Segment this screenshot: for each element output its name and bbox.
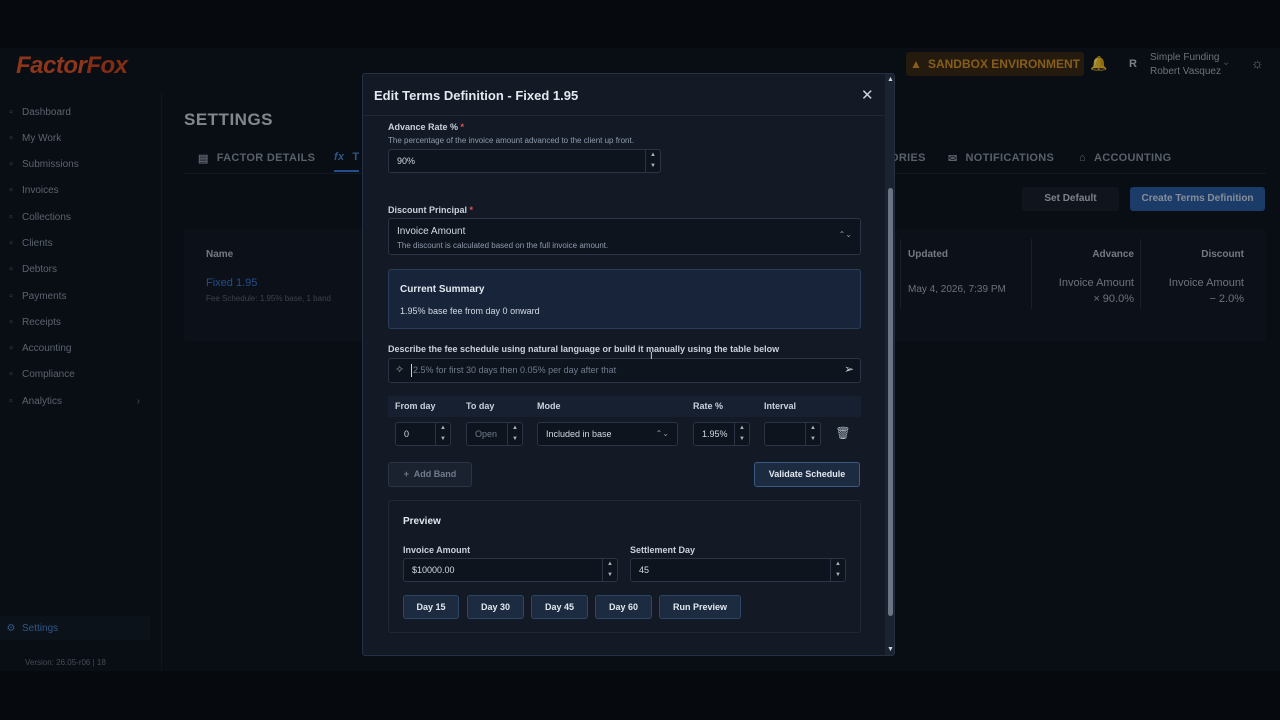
settlement-day-label: Settlement Day xyxy=(630,545,696,555)
preview-title: Preview xyxy=(403,516,441,527)
day-45-button[interactable]: Day 45 xyxy=(531,595,588,619)
input-value: $10000.00 xyxy=(412,565,455,575)
scroll-down-icon[interactable]: ▼ xyxy=(887,646,894,653)
summary-title: Current Summary xyxy=(400,284,485,295)
advance-rate-input[interactable]: 90% ▲ ▼ xyxy=(388,149,661,173)
preview-section: Preview Invoice Amount $10000.00 ▲ ▼ Settl… xyxy=(388,500,861,633)
chevron-updown-icon: ⌃⌄ xyxy=(655,429,669,438)
modal-scrollbar[interactable]: ▲ ▼ xyxy=(885,74,894,655)
rate-input[interactable]: 1.95% ▲ ▼ xyxy=(693,422,750,446)
day-15-button[interactable]: Day 15 xyxy=(403,595,459,619)
discount-principal-select[interactable]: Invoice Amount The discount is calculate… xyxy=(388,218,861,255)
col-mode: Mode xyxy=(537,401,561,411)
select-value: Invoice Amount xyxy=(397,226,466,237)
label-text: Advance Rate % xyxy=(388,122,459,132)
stepper[interactable]: ▲ ▼ xyxy=(602,559,617,581)
mode-select[interactable]: Included in base ⌃⌄ xyxy=(537,422,678,446)
plus-icon: + xyxy=(403,469,410,479)
cell-value: 1.95% xyxy=(702,429,728,439)
required-mark: * xyxy=(469,205,474,215)
col-rate: Rate % xyxy=(693,401,724,411)
stepper[interactable]: ▲ ▼ xyxy=(507,423,522,445)
fee-schedule-label: Describe the fee schedule using natural … xyxy=(388,344,780,354)
trash-icon[interactable]: 🗑 xyxy=(835,426,851,442)
advance-rate-label: Advance Rate % * xyxy=(388,122,464,132)
edit-terms-modal: Edit Terms Definition - Fixed 1.95 ✕ ▲ ▼… xyxy=(362,73,895,656)
modal-header: Edit Terms Definition - Fixed 1.95 ✕ xyxy=(363,74,885,116)
input-value: 45 xyxy=(639,565,650,575)
select-description: The discount is calculated based on the … xyxy=(397,241,609,250)
current-summary: Current Summary 1.95% base fee from day … xyxy=(388,269,861,329)
settlement-day-input[interactable]: 45 ▲ ▼ xyxy=(630,558,846,582)
day-30-button[interactable]: Day 30 xyxy=(467,595,524,619)
to-day-input[interactable]: Open ▲ ▼ xyxy=(466,422,523,446)
fee-schedule-nl-input[interactable]: ✧ 2.5% for first 30 days then 0.05% per … xyxy=(388,358,861,383)
scroll-thumb[interactable] xyxy=(888,188,893,616)
cell-value: 0 xyxy=(404,429,410,439)
fee-bands-table: From day To day Mode Rate % Interval 0 ▲ ▼… xyxy=(388,396,861,452)
add-band-button[interactable]: + Add Band xyxy=(388,462,472,487)
text-caret xyxy=(411,364,412,377)
chevron-updown-icon: ⌃⌄ xyxy=(838,230,852,239)
input-value: 90% xyxy=(397,156,416,166)
stepper[interactable]: ▲ ▼ xyxy=(805,423,820,445)
validate-schedule-button[interactable]: Validate Schedule xyxy=(754,462,860,487)
summary-text: 1.95% base fee from day 0 onward xyxy=(400,306,540,316)
text-cursor-icon: I xyxy=(650,351,653,362)
label-text: Discount Principal xyxy=(388,205,468,215)
discount-principal-label: Discount Principal * xyxy=(388,205,473,215)
modal-title: Edit Terms Definition - Fixed 1.95 xyxy=(374,88,579,103)
from-day-input[interactable]: 0 ▲ ▼ xyxy=(395,422,451,446)
cell-value: Included in base xyxy=(546,429,612,439)
stepper[interactable]: ▲ ▼ xyxy=(734,423,749,445)
col-to-day: To day xyxy=(466,401,495,411)
stepper[interactable]: ▲ ▼ xyxy=(830,559,845,581)
nl-placeholder: 2.5% for first 30 days then 0.05% per da… xyxy=(413,365,617,375)
close-icon[interactable]: ✕ xyxy=(861,86,874,104)
stepper[interactable]: ▲ ▼ xyxy=(435,423,450,445)
run-preview-button[interactable]: Run Preview xyxy=(659,595,741,619)
modal-body: Advance Rate % * The percentage of the i… xyxy=(363,116,885,655)
invoice-amount-input[interactable]: $10000.00 ▲ ▼ xyxy=(403,558,618,582)
invoice-amount-label: Invoice Amount xyxy=(403,545,471,555)
cell-placeholder: Open xyxy=(475,429,498,439)
bands-header: From day To day Mode Rate % Interval xyxy=(388,396,861,417)
day-60-button[interactable]: Day 60 xyxy=(595,595,652,619)
required-mark: * xyxy=(460,122,465,132)
col-interval: Interval xyxy=(764,401,797,411)
scroll-up-icon[interactable]: ▲ xyxy=(887,76,894,83)
col-from-day: From day xyxy=(395,401,436,411)
send-icon[interactable]: ➢ xyxy=(844,362,854,376)
advance-rate-hint: The percentage of the invoice amount adv… xyxy=(388,136,634,145)
stepper[interactable]: ▲ ▼ xyxy=(645,150,660,172)
interval-input[interactable]: ▲ ▼ xyxy=(764,422,821,446)
sparkle-icon: ✧ xyxy=(395,364,405,376)
button-label: Add Band xyxy=(413,469,457,479)
